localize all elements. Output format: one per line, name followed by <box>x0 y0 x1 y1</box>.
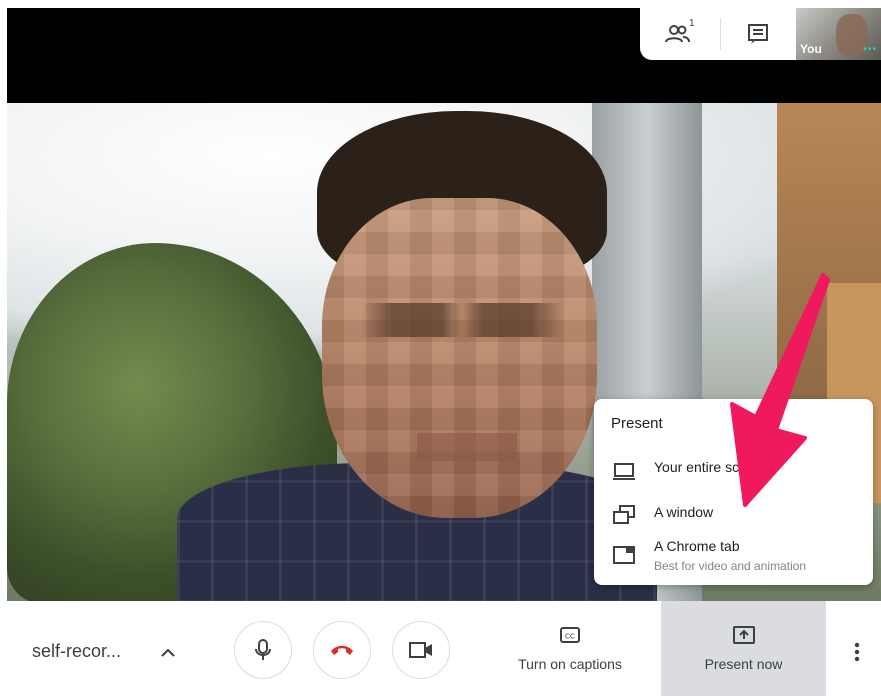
present-chrome-tab-sublabel: Best for video and animation <box>654 559 807 573</box>
present-window-label: A window <box>654 504 714 520</box>
present-chrome-tab-option[interactable]: A Chrome tab Best for video and animatio… <box>594 535 873 575</box>
pixelated-eyes <box>362 303 562 337</box>
more-vert-icon <box>854 642 860 662</box>
participants-count: 1 <box>689 18 695 29</box>
svg-text:CC: CC <box>565 634 575 641</box>
present-entire-screen-option[interactable]: Your entire screen <box>594 451 873 491</box>
self-view-label: You <box>800 42 822 56</box>
pixelated-mouth <box>417 433 517 461</box>
present-menu: Present Your entire screen A window A Ch… <box>594 399 873 585</box>
captions-label: Turn on captions <box>518 656 622 672</box>
hang-up-icon <box>331 645 353 655</box>
captions-button[interactable]: CC Turn on captions <box>496 619 644 685</box>
present-window-option[interactable]: A window <box>594 495 873 535</box>
camera-icon <box>409 642 432 658</box>
present-entire-screen-label: Your entire screen <box>654 459 768 475</box>
meeting-details-toggle[interactable] <box>152 637 184 669</box>
end-call-button[interactable] <box>313 621 371 679</box>
present-chrome-tab-label: A Chrome tab <box>654 538 740 554</box>
panel-divider <box>720 18 721 50</box>
more-options-button[interactable] <box>842 635 872 669</box>
top-right-panel: 1 You ••• <box>640 8 881 60</box>
camera-button[interactable] <box>392 621 450 679</box>
present-menu-title: Present <box>611 415 663 432</box>
chat-button[interactable] <box>738 16 778 52</box>
present-now-button[interactable]: Present now <box>661 601 826 696</box>
window-icon <box>613 505 635 524</box>
bottom-control-bar: self-recor... CC Turn on captions Presen… <box>0 601 881 696</box>
closed-captions-icon: CC <box>560 627 580 643</box>
present-screen-icon <box>733 626 755 644</box>
microphone-icon <box>255 639 271 660</box>
present-now-label: Present now <box>704 656 783 672</box>
chevron-up-icon <box>161 648 175 657</box>
audio-indicator-icon: ••• <box>863 44 877 55</box>
microphone-button[interactable] <box>234 621 292 679</box>
participants-button[interactable]: 1 <box>659 16 699 52</box>
pixelated-face <box>322 198 597 518</box>
self-view-tile[interactable]: You ••• <box>796 8 881 60</box>
monitor-icon <box>613 463 635 480</box>
meeting-title[interactable]: self-recor... <box>32 641 121 662</box>
participant-figure <box>177 103 657 601</box>
chat-icon <box>748 24 768 44</box>
meet-call-screen: 1 You ••• Present Your entire screen A w… <box>0 0 881 696</box>
chrome-tab-icon <box>613 546 635 564</box>
